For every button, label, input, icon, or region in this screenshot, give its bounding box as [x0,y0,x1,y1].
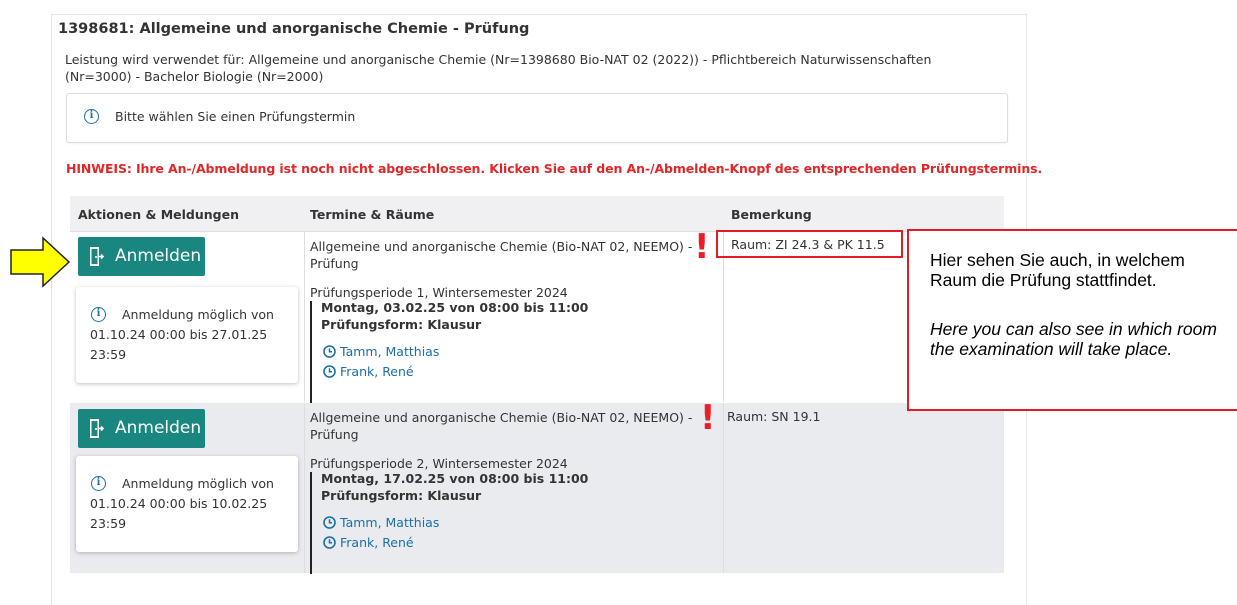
column-divider [304,232,305,402]
yellow-arrow-icon [10,236,71,288]
appointment-bar [310,472,312,574]
examiner[interactable]: Frank, René [323,363,414,380]
column-divider [304,403,305,573]
info-message-box: i Bitte wählen Sie einen Prüfungstermin [66,93,1008,143]
clock-icon [323,345,336,358]
exam-name: Allgemeine und anorganische Chemie (Bio-… [310,239,693,271]
table-row: Anmelden i Anmeldung möglich von 01.10.2… [70,403,1004,574]
register-button[interactable]: Anmelden [78,237,205,276]
examiner[interactable]: Frank, René [323,534,414,551]
exclamation-mark: ! [700,398,716,438]
exam-form: Prüfungsform: Klausur [321,317,482,332]
registration-period-text: Anmeldung möglich von 01.10.24 00:00 bis… [90,476,274,531]
door-enter-icon [90,247,104,266]
appointment-bar [310,301,312,403]
examiner[interactable]: Tamm, Matthias [323,343,439,360]
register-button-label: Anmelden [115,418,202,438]
table-header: Aktionen & Meldungen Termine & Räume Bem… [70,196,1004,232]
clock-icon [323,516,336,529]
header-actions: Aktionen & Meldungen [78,207,239,222]
exam-date: Montag, 03.02.25 von 08:00 bis 11:00 [321,300,589,315]
examiner-name: Tamm, Matthias [340,515,440,530]
exam-title: 1398681: Allgemeine und anorganische Che… [58,21,530,37]
register-button[interactable]: Anmelden [78,409,205,448]
room-highlight-box [716,230,903,258]
clock-icon [323,365,336,378]
info-message-text: Bitte wählen Sie einen Prüfungstermin [115,109,356,124]
exam-form: Prüfungsform: Klausur [321,488,482,503]
exclamation-mark: ! [694,227,710,267]
exam-name: Allgemeine und anorganische Chemie (Bio-… [310,410,693,442]
callout-text-german: Hier sehen Sie auch, in welchem Raum die… [930,250,1185,290]
info-icon: i [84,109,99,124]
door-enter-icon [90,419,104,438]
register-button-label: Anmelden [115,246,202,266]
examiner-name: Tamm, Matthias [340,344,440,359]
column-divider [723,403,724,573]
callout-note: Hier sehen Sie auch, in welchem Raum die… [907,229,1237,411]
examiner-name: Frank, René [340,364,414,379]
header-remarks: Bemerkung [731,207,812,222]
room-remark: Raum: SN 19.1 [727,409,821,424]
clock-icon [323,536,336,549]
header-dates-rooms: Termine & Räume [310,207,435,222]
examiner-name: Frank, René [340,535,414,550]
usage-info: Leistung wird verwendet für: Allgemeine … [65,52,932,84]
exam-date: Montag, 17.02.25 von 08:00 bis 11:00 [321,471,589,486]
registration-period-text: Anmeldung möglich von 01.10.24 00:00 bis… [90,307,274,362]
callout-text-english: Here you can also see in which room the … [930,319,1217,359]
registration-period-box: i Anmeldung möglich von 01.10.24 00:00 b… [76,287,298,383]
examiner[interactable]: Tamm, Matthias [323,514,439,531]
warning-hint: HINWEIS: Ihre An-/Abmeldung ist noch nic… [66,161,1043,176]
registration-period-box: i Anmeldung möglich von 01.10.24 00:00 b… [76,456,298,552]
